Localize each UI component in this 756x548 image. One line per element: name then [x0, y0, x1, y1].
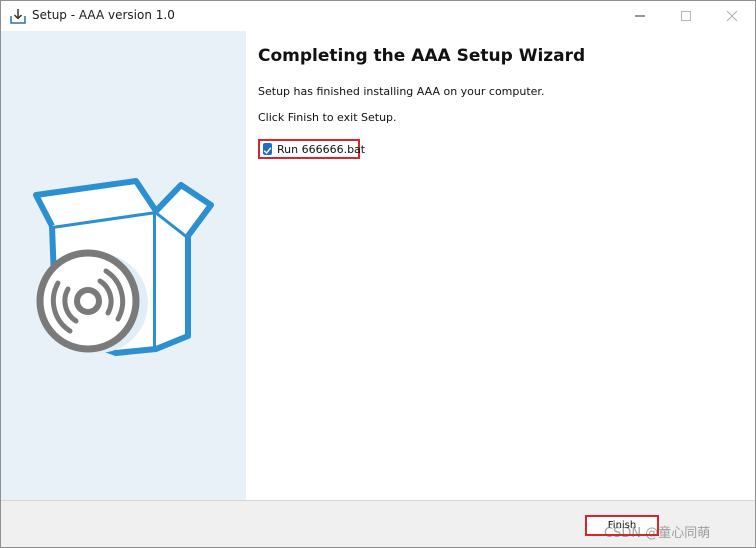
wizard-side-panel — [1, 31, 246, 500]
watermark-text: CSDN @童心同萌 — [604, 526, 711, 541]
wizard-content: Completing the AAA Setup Wizard Setup ha… — [246, 31, 755, 500]
title-bar[interactable]: Setup - AAA version 1.0 — [1, 1, 755, 31]
finished-message: Setup has finished installing AAA on you… — [258, 85, 545, 98]
run-bat-checkbox[interactable] — [263, 143, 272, 155]
close-button[interactable] — [709, 1, 755, 31]
run-bat-checkbox-row[interactable]: Run 666666.bat — [258, 139, 365, 159]
window-title: Setup - AAA version 1.0 — [32, 8, 175, 22]
run-bat-label[interactable]: Run 666666.bat — [277, 143, 365, 156]
maximize-button — [663, 1, 709, 31]
minimize-button[interactable] — [617, 1, 663, 31]
maximize-icon — [681, 11, 691, 21]
installer-download-icon — [9, 7, 27, 25]
wizard-heading: Completing the AAA Setup Wizard — [258, 46, 586, 66]
minimize-icon — [635, 11, 645, 21]
software-box-with-disc-icon — [26, 171, 216, 360]
setup-window: Setup - AAA version 1.0 Completing the A… — [0, 0, 756, 548]
wizard-footer: Finish CSDN @童心同萌 — [1, 500, 755, 547]
checkmark-icon — [263, 140, 272, 159]
close-icon — [727, 11, 737, 21]
exit-instruction: Click Finish to exit Setup. — [258, 111, 397, 124]
